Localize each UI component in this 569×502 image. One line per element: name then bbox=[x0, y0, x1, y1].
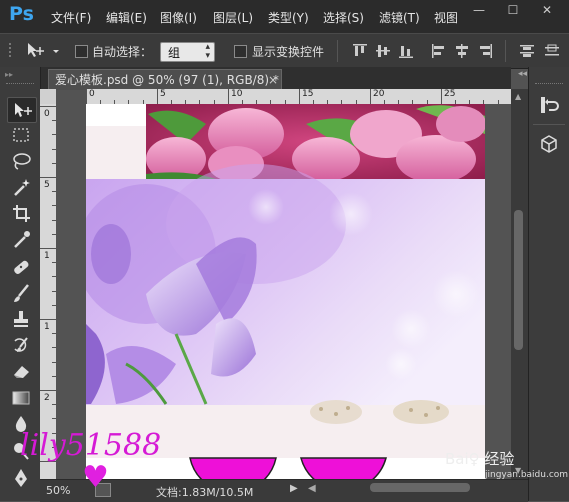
ruler-label: 1 bbox=[44, 251, 50, 261]
collapse-panels-icon[interactable]: ◂◂ bbox=[518, 69, 527, 79]
close-button[interactable]: ✕ bbox=[533, 2, 561, 18]
scroll-up-icon[interactable]: ▲ bbox=[515, 92, 521, 101]
align-hcenter-icon[interactable] bbox=[455, 44, 469, 58]
eyedropper-icon bbox=[14, 231, 30, 248]
options-bar: 自动选择： 组 ▴ ▾ 显示变换控件 bbox=[0, 33, 569, 69]
right-panel-dock bbox=[528, 67, 569, 501]
move-icon bbox=[15, 103, 32, 117]
baidu-jingyan-logo: Bai♀ 经验 bbox=[445, 450, 515, 468]
close-tab-icon[interactable]: × bbox=[268, 70, 278, 90]
menu-edit[interactable]: 编辑(E) bbox=[106, 9, 147, 26]
status-arrow-icon[interactable]: ▶ bbox=[290, 483, 298, 494]
minimize-button[interactable]: — bbox=[465, 2, 493, 18]
stamp-tool[interactable] bbox=[7, 307, 35, 331]
menu-file[interactable]: 文件(F) bbox=[51, 9, 91, 26]
document-tab-title: 爱心模板.psd @ 50% (97 (1), RGB/8) * bbox=[55, 73, 279, 87]
align-left-icon[interactable] bbox=[432, 44, 446, 58]
zoom-level[interactable]: 50% bbox=[46, 484, 70, 497]
ruler-label: 0 bbox=[89, 89, 95, 99]
divider bbox=[337, 40, 338, 62]
healing-brush-tool[interactable] bbox=[7, 255, 35, 279]
ruler-label: 1 bbox=[44, 322, 50, 332]
watermark-text: lily51588 bbox=[20, 428, 162, 463]
gradient-icon bbox=[12, 391, 30, 405]
show-transform-label: 显示变换控件 bbox=[252, 45, 325, 59]
auto-select-checkbox[interactable] bbox=[75, 45, 88, 58]
scroll-left-icon[interactable]: ◀ bbox=[308, 483, 316, 494]
auto-select-dropdown[interactable]: 组 ▴ ▾ bbox=[160, 42, 215, 62]
document-size: 文档:1.83M/10.5M bbox=[156, 486, 254, 499]
ruler-label: 2 bbox=[44, 393, 50, 403]
ruler-label: 5 bbox=[160, 89, 166, 99]
stamp-icon bbox=[14, 311, 28, 327]
ruler-label: 20 bbox=[373, 89, 385, 99]
history-brush-icon bbox=[14, 337, 28, 352]
history-panel-icon[interactable] bbox=[539, 95, 559, 115]
magic-wand-tool[interactable] bbox=[7, 175, 35, 199]
align-vcenter-icon[interactable] bbox=[376, 44, 390, 58]
menu-select[interactable]: 选择(S) bbox=[323, 9, 364, 26]
lasso-tool[interactable] bbox=[7, 149, 35, 173]
baidu-jingyan-url: jingyan.baidu.com bbox=[485, 470, 569, 480]
pen-icon bbox=[15, 469, 27, 487]
heart-icon: ♥ bbox=[82, 460, 109, 495]
menu-image[interactable]: 图像(I) bbox=[160, 9, 197, 26]
menu-view[interactable]: 视图 bbox=[434, 9, 458, 26]
auto-select-label: 自动选择： bbox=[92, 45, 153, 59]
menu-layer[interactable]: 图层(L) bbox=[213, 9, 253, 26]
spin-arrows-icon: ▴ ▾ bbox=[205, 42, 210, 61]
brush-tool[interactable] bbox=[7, 281, 35, 305]
history-brush-tool[interactable] bbox=[7, 333, 35, 357]
vertical-scroll-thumb[interactable] bbox=[514, 210, 523, 350]
document-canvas[interactable] bbox=[86, 104, 485, 479]
crop-icon bbox=[13, 205, 30, 222]
magic-wand-icon bbox=[14, 179, 30, 196]
bandage-icon bbox=[14, 260, 29, 274]
align-top-icon[interactable] bbox=[353, 44, 367, 58]
pasteboard bbox=[485, 104, 511, 479]
horizontal-scroll-thumb[interactable] bbox=[370, 483, 470, 492]
eraser-icon bbox=[14, 366, 29, 378]
canvas-artwork bbox=[86, 104, 485, 479]
show-transform-checkbox[interactable] bbox=[234, 45, 247, 58]
align-right-icon[interactable] bbox=[478, 44, 492, 58]
horizontal-ruler[interactable]: 0 5 10 15 20 25 bbox=[86, 89, 511, 104]
pen-tool[interactable] bbox=[7, 466, 35, 490]
ruler-origin[interactable] bbox=[40, 89, 56, 104]
menu-filter[interactable]: 滤镜(T) bbox=[379, 9, 420, 26]
eyedropper-tool[interactable] bbox=[7, 227, 35, 251]
move-tool[interactable] bbox=[7, 97, 37, 123]
crop-tool[interactable] bbox=[7, 201, 35, 225]
ruler-label: 5 bbox=[44, 180, 50, 190]
lasso-icon bbox=[13, 153, 31, 170]
move-tool-preset-icon[interactable] bbox=[26, 41, 62, 61]
grip-icon bbox=[9, 43, 11, 57]
restore-button[interactable]: ☐ bbox=[499, 2, 527, 18]
marquee-icon bbox=[13, 128, 29, 142]
photoshop-logo: Ps bbox=[9, 3, 34, 25]
marquee-tool[interactable] bbox=[7, 123, 35, 147]
eraser-tool[interactable] bbox=[7, 359, 35, 383]
ruler-label: 10 bbox=[231, 89, 243, 99]
panel-grip bbox=[6, 83, 34, 86]
vertical-ruler[interactable]: 0 5 1 1 2 bbox=[40, 104, 56, 479]
distribute-top-icon[interactable] bbox=[520, 44, 534, 58]
window-controls: — ☐ ✕ bbox=[459, 0, 569, 22]
divider bbox=[533, 124, 565, 125]
distribute-vcenter-icon[interactable] bbox=[545, 44, 559, 58]
brush-icon bbox=[14, 284, 29, 302]
panel-collapse-icon[interactable]: ▸▸ bbox=[5, 70, 13, 79]
pasteboard bbox=[56, 104, 86, 479]
panel-grip bbox=[535, 83, 563, 84]
ruler-label: 15 bbox=[302, 89, 314, 99]
ruler-label: 0 bbox=[44, 109, 50, 119]
3d-cube-icon[interactable] bbox=[539, 134, 559, 154]
ruler-label: 25 bbox=[444, 89, 456, 99]
document-tab[interactable]: 爱心模板.psd @ 50% (97 (1), RGB/8) * × bbox=[48, 69, 282, 90]
gradient-tool[interactable] bbox=[7, 386, 35, 410]
divider bbox=[505, 40, 506, 62]
align-bottom-icon[interactable] bbox=[399, 44, 413, 58]
menu-type[interactable]: 类型(Y) bbox=[268, 9, 309, 26]
auto-select-value: 组 bbox=[168, 46, 181, 60]
